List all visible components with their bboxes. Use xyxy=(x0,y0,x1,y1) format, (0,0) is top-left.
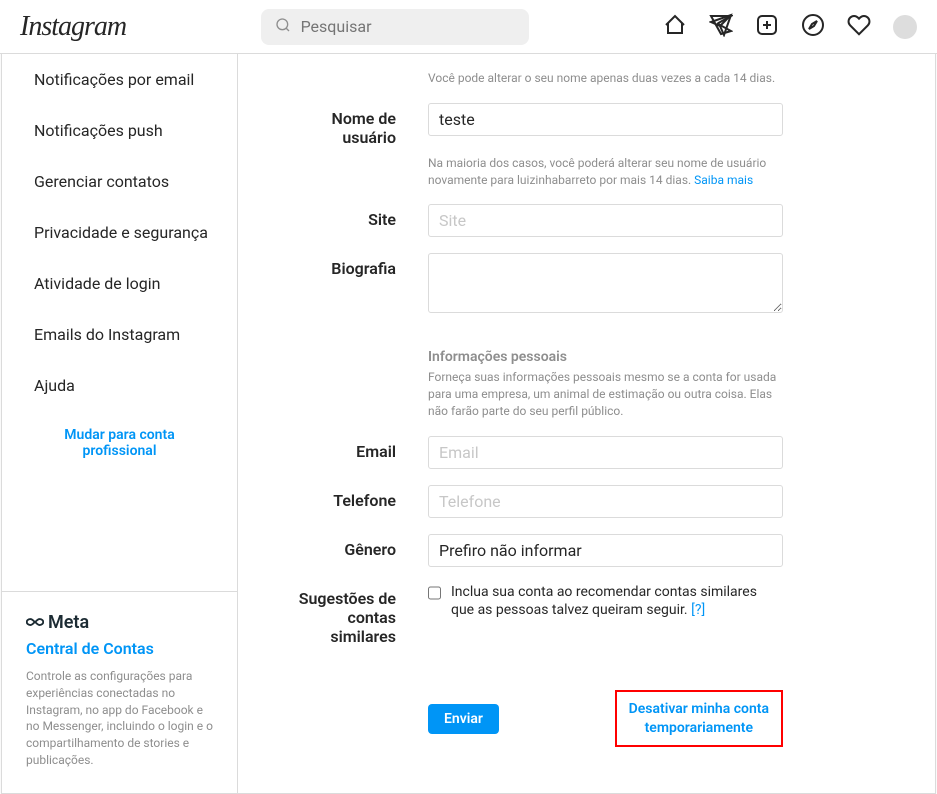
suggest-row: Sugestões de contas similares Inclua sua… xyxy=(298,583,895,647)
switch-pro-line1: Mudar para conta xyxy=(64,427,174,443)
suggest-checkbox-row: Inclua sua conta ao recomendar contas si… xyxy=(428,583,783,619)
phone-label: Telefone xyxy=(298,485,428,518)
search-input[interactable] xyxy=(261,9,529,45)
site-input[interactable] xyxy=(428,204,783,237)
personal-info-title: Informações pessoais xyxy=(428,349,783,365)
actions-row: Enviar Desativar minha conta temporariam… xyxy=(428,690,783,746)
email-row: Email xyxy=(298,436,895,469)
gender-label: Gênero xyxy=(298,534,428,567)
switch-pro-link[interactable]: Mudar para conta profissional xyxy=(64,427,174,459)
sidebar: Notificações por email Notificações push… xyxy=(2,54,238,793)
meta-brand-text: Meta xyxy=(48,612,89,633)
site-label: Site xyxy=(298,204,428,237)
top-nav: Instagram xyxy=(0,0,937,54)
personal-info-desc: Forneça suas informações pessoais mesmo … xyxy=(428,369,783,419)
nav-icons xyxy=(663,13,917,41)
switch-pro-wrap: Mudar para conta profissional xyxy=(2,411,237,475)
home-icon[interactable] xyxy=(663,13,687,41)
suggest-label-line2: contas similares xyxy=(330,608,396,646)
suggest-checkbox[interactable] xyxy=(428,585,441,601)
settings-container: Notificações por email Notificações push… xyxy=(1,54,936,794)
sidebar-item-push-notifs[interactable]: Notificações push xyxy=(2,105,237,156)
email-label: Email xyxy=(298,436,428,469)
sidebar-item-emails[interactable]: Emails do Instagram xyxy=(2,309,237,360)
email-input[interactable] xyxy=(428,436,783,469)
meta-desc: Controle as configurações para experiênc… xyxy=(26,668,213,769)
suggest-checkbox-text: Inclua sua conta ao recomendar contas si… xyxy=(451,584,757,618)
meta-logo: Meta xyxy=(26,612,213,633)
name-help-row: Você pode alterar o seu nome apenas duas… xyxy=(298,70,895,87)
sidebar-item-login-activity[interactable]: Atividade de login xyxy=(2,258,237,309)
deactivate-line2: temporariamente xyxy=(645,720,753,736)
username-help-row: Na maioria dos casos, você poderá altera… xyxy=(298,155,895,189)
suggest-label: Sugestões de contas similares xyxy=(298,583,428,647)
gender-input[interactable] xyxy=(428,534,783,567)
username-input[interactable] xyxy=(428,103,783,136)
phone-row: Telefone xyxy=(298,485,895,518)
username-label: Nome de usuário xyxy=(298,103,428,147)
edit-profile-form: Você pode alterar o seu nome apenas duas… xyxy=(238,54,935,793)
meta-infinity-icon xyxy=(26,612,44,633)
actions-outer: Enviar Desativar minha conta temporariam… xyxy=(298,662,895,746)
meta-panel: Meta Central de Contas Controle as confi… xyxy=(2,591,237,793)
deactivate-account-link[interactable]: Desativar minha conta temporariamente xyxy=(615,690,783,746)
bio-row: Biografia xyxy=(298,253,895,317)
site-row: Site xyxy=(298,204,895,237)
submit-button[interactable]: Enviar xyxy=(428,704,499,734)
deactivate-line1: Desativar minha conta xyxy=(629,701,769,717)
personal-info-head-row: Informações pessoais Forneça suas inform… xyxy=(298,349,895,419)
sidebar-item-email-notifs[interactable]: Notificações por email xyxy=(2,54,237,105)
instagram-logo[interactable]: Instagram xyxy=(20,11,126,43)
sidebar-item-contacts[interactable]: Gerenciar contatos xyxy=(2,156,237,207)
explore-icon[interactable] xyxy=(801,13,825,41)
username-help: Na maioria dos casos, você poderá altera… xyxy=(428,155,783,189)
activity-icon[interactable] xyxy=(847,13,871,41)
bio-label: Biografia xyxy=(298,253,428,317)
search-icon xyxy=(275,17,291,37)
sidebar-item-privacy[interactable]: Privacidade e segurança xyxy=(2,207,237,258)
messenger-icon[interactable] xyxy=(709,13,733,41)
learn-more-link[interactable]: Saiba mais xyxy=(694,173,753,187)
accounts-center-link[interactable]: Central de Contas xyxy=(26,639,213,658)
switch-pro-line2: profissional xyxy=(83,443,157,459)
bio-input[interactable] xyxy=(428,253,783,313)
avatar[interactable] xyxy=(893,15,917,39)
name-help-text: Você pode alterar o seu nome apenas duas… xyxy=(428,70,783,87)
username-row: Nome de usuário xyxy=(298,103,895,147)
suggest-help-link[interactable]: [?] xyxy=(691,602,705,618)
phone-input[interactable] xyxy=(428,485,783,518)
gender-row: Gênero xyxy=(298,534,895,567)
sidebar-item-help[interactable]: Ajuda xyxy=(2,360,237,411)
sidebar-items: Notificações por email Notificações push… xyxy=(2,54,237,475)
search-wrap xyxy=(261,9,529,45)
suggest-label-line1: Sugestões de xyxy=(299,589,396,608)
new-post-icon[interactable] xyxy=(755,13,779,41)
suggest-checkbox-label: Inclua sua conta ao recomendar contas si… xyxy=(451,583,783,619)
